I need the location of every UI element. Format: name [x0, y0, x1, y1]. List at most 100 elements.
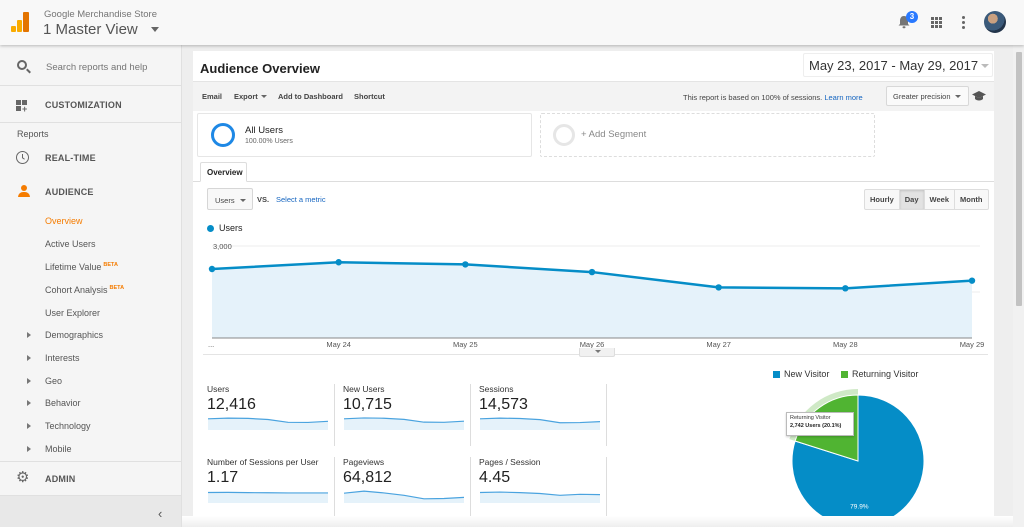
x-tick-label: May 24 [326, 340, 351, 349]
segment-ring-icon [211, 123, 235, 147]
email-button[interactable]: Email [202, 92, 222, 101]
chevron-down-icon [955, 95, 961, 98]
chevron-down-icon [260, 95, 267, 98]
expand-arrow-icon[interactable] [27, 423, 31, 429]
sidebar-subitem-cohort-analysis[interactable]: Cohort Analysis BETA [45, 285, 124, 295]
add-segment-label: + Add Segment [581, 129, 647, 140]
kpi-card[interactable]: Users 12,416 [207, 384, 335, 446]
person-icon [18, 185, 30, 197]
page-title: Audience Overview [200, 61, 320, 76]
scrollbar-thumb[interactable] [1016, 52, 1022, 306]
metric-select[interactable]: Users [207, 188, 253, 210]
sampling-note-text: This report is based on 100% of sessions… [683, 93, 823, 102]
apps-grid-icon[interactable] [931, 17, 942, 28]
collapse-sidebar-button[interactable]: ‹ [0, 495, 181, 527]
sidebar-subitem-overview[interactable]: Overview [45, 216, 83, 226]
shortcut-button[interactable]: Shortcut [354, 92, 385, 101]
divider [0, 461, 181, 462]
legend-swatch-users [207, 225, 214, 232]
data-point[interactable] [462, 261, 469, 268]
sidebar-subitem-lifetime-value[interactable]: Lifetime Value BETA [45, 262, 118, 272]
expand-arrow-icon[interactable] [27, 446, 31, 452]
notification-badge: 3 [906, 11, 918, 23]
avatar[interactable] [984, 11, 1006, 33]
add-to-dashboard-button[interactable]: Add to Dashboard [278, 92, 343, 101]
precision-select[interactable]: Greater precision [886, 86, 969, 106]
segment-ring-icon [553, 124, 575, 146]
data-point[interactable] [715, 284, 722, 291]
kpi-sparkline [344, 417, 464, 430]
sidebar-subitem-demographics[interactable]: Demographics [45, 330, 103, 340]
sidebar-item-realtime[interactable]: REAL-TIME [0, 144, 181, 172]
sidebar-item-admin[interactable]: ⚙ ADMIN [0, 465, 181, 493]
analytics-logo-icon[interactable] [11, 12, 29, 32]
segment-all-users[interactable]: All Users 100.00% Users [197, 113, 532, 157]
precision-value: Greater precision [893, 92, 951, 101]
granularity-week[interactable]: Week [923, 190, 954, 209]
sidebar: Search reports and help + CUSTOMIZATION … [0, 45, 182, 527]
sidebar-subitem-interests[interactable]: Interests [45, 353, 80, 363]
sidebar-subitem-label: Lifetime Value [45, 262, 102, 272]
sidebar-subitem-geo[interactable]: Geo [45, 376, 62, 386]
expand-arrow-icon[interactable] [27, 355, 31, 361]
kpi-card[interactable]: Number of Sessions per User 1.17 [207, 457, 335, 519]
sidebar-search[interactable]: Search reports and help [0, 45, 181, 86]
sidebar-item-customization[interactable]: + CUSTOMIZATION [0, 91, 181, 119]
expand-arrow-icon[interactable] [27, 378, 31, 384]
export-button[interactable]: Export [234, 92, 267, 101]
visitor-type-pie-chart: 79.9% [789, 389, 925, 527]
data-point[interactable] [208, 265, 216, 273]
granularity-month[interactable]: Month [954, 190, 988, 209]
kpi-card[interactable]: Pages / Session 4.45 [479, 457, 607, 519]
add-segment-button[interactable]: + Add Segment [540, 113, 875, 157]
expand-arrow-icon[interactable] [27, 332, 31, 338]
data-point[interactable] [335, 259, 342, 266]
legend-swatch [841, 371, 848, 378]
view-selector[interactable]: 1 Master View [43, 21, 138, 38]
data-point[interactable] [842, 285, 849, 292]
graduation-cap-icon[interactable] [972, 91, 986, 101]
kpi-label: Sessions [479, 384, 514, 394]
tab-overview[interactable]: Overview [200, 162, 247, 182]
sidebar-subitem-mobile[interactable]: Mobile [45, 444, 72, 454]
sidebar-subitem-label: Cohort Analysis [45, 285, 108, 295]
search-input[interactable]: Search reports and help [46, 62, 147, 73]
select-metric-link[interactable]: Select a metric [276, 195, 326, 204]
legend-label: Returning Visitor [852, 369, 919, 379]
report-toolbar: Email Export Add to Dashboard Shortcut T… [193, 81, 994, 111]
export-label: Export [234, 92, 258, 101]
pie-legend-returning[interactable]: Returning Visitor [841, 369, 918, 379]
beta-badge: BETA [103, 262, 118, 268]
pie-legend-new[interactable]: New Visitor [773, 369, 829, 379]
data-point[interactable] [588, 268, 596, 276]
kpi-label: New Users [343, 384, 385, 394]
pie-data-label: 79.9% [850, 503, 869, 510]
sidebar-subitem-active-users[interactable]: Active Users [45, 239, 96, 249]
metric-select-value: Users [215, 196, 235, 205]
tab-label: Overview [207, 168, 243, 177]
more-vert-icon[interactable] [962, 16, 965, 29]
dashboard-plus-icon: + [16, 100, 28, 114]
kpi-card[interactable]: Pageviews 64,812 [343, 457, 471, 519]
sidebar-subitem-technology[interactable]: Technology [45, 421, 91, 431]
sidebar-subitem-user-explorer[interactable]: User Explorer [45, 308, 100, 318]
kpi-card[interactable]: Sessions 14,573 [479, 384, 607, 446]
clock-icon [16, 151, 29, 164]
chevron-down-icon [981, 64, 989, 68]
learn-more-link[interactable]: Learn more [824, 93, 862, 102]
kpi-sparkline [208, 417, 328, 430]
sidebar-item-audience[interactable]: AUDIENCE [0, 178, 181, 206]
x-tick-label: May 27 [706, 340, 731, 349]
account-name[interactable]: Google Merchandise Store [44, 9, 157, 20]
divider [193, 181, 994, 182]
expand-arrow-icon[interactable] [27, 400, 31, 406]
kpi-value: 10,715 [343, 396, 392, 413]
data-point[interactable] [968, 277, 976, 284]
granularity-day[interactable]: Day [898, 190, 924, 209]
date-range-picker[interactable]: May 23, 2017 - May 29, 2017 [803, 53, 993, 77]
chart-expand-handle[interactable] [579, 348, 615, 357]
chevron-down-icon[interactable] [151, 27, 159, 32]
sidebar-subitem-behavior[interactable]: Behavior [45, 398, 81, 408]
granularity-hourly[interactable]: Hourly [865, 190, 899, 209]
kpi-card[interactable]: New Users 10,715 [343, 384, 471, 446]
